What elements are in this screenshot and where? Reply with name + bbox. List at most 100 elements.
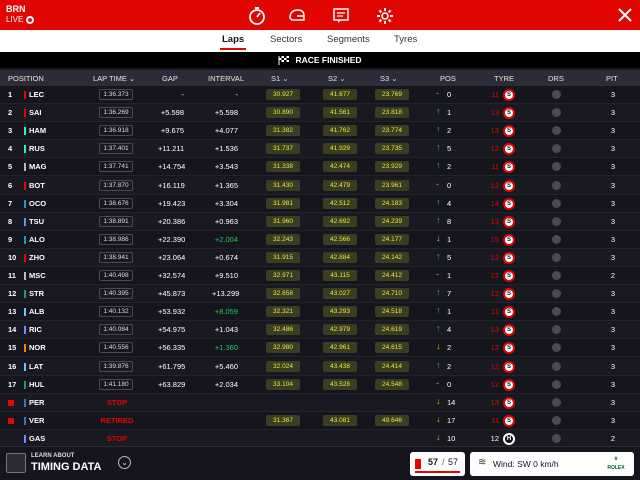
table-row[interactable]: 15 NOR 1:40.556 +56.335 +1.360 32.980 42.961 24…	[0, 339, 640, 358]
driver-code[interactable]: ZHO	[29, 253, 45, 262]
gap: +9.675	[160, 126, 184, 136]
team-color-bar	[24, 326, 26, 335]
driver-code[interactable]: HUL	[29, 380, 44, 389]
driver-code[interactable]: LAT	[29, 362, 43, 371]
positions-changed: 2	[447, 126, 452, 136]
interval: +2.034	[214, 379, 238, 389]
sector-1-time: 31.367	[266, 414, 300, 426]
driver-code[interactable]: GAS	[29, 434, 45, 443]
table-row[interactable]: 17 HUL 1:41.180 +63.829 +2.034 33.104 43.528 24…	[0, 375, 640, 394]
table-row[interactable]: 2 SAI 1:36.269 +5.598 +5.598 30.890 41.561 23.8…	[0, 104, 640, 123]
col-gap[interactable]: GAP	[162, 74, 178, 83]
table-row[interactable]: VER RETIRED 31.367 43.081 49.646 ↓ 17 11 S 3	[0, 411, 640, 430]
driver-code[interactable]: VER	[29, 416, 44, 425]
settings-gear-icon[interactable]	[374, 5, 396, 27]
table-row[interactable]: 1 LEC 1:36.373- -30.927 41.677 23.769-0 11 S 3	[0, 86, 640, 104]
lap-time: 1:38.676	[99, 197, 133, 209]
driver-code[interactable]: HAM	[29, 126, 46, 135]
position-change-up-arrow-icon: ↑	[436, 250, 441, 261]
driver-code[interactable]: SAI	[29, 108, 42, 117]
table-row[interactable]: PER STOP ↓ 14 13 S 3	[0, 393, 640, 412]
driver-code[interactable]: TSU	[29, 217, 44, 226]
tab-sectors[interactable]: Sectors	[270, 34, 302, 45]
pit-stops: 3	[610, 180, 616, 190]
race-control-messages-icon[interactable]	[330, 5, 352, 27]
col-interval[interactable]: INTERVAL	[208, 74, 244, 83]
table-row[interactable]: 6 BOT 1:37.870 +16.119 +1.365 31.430 42.479 23.…	[0, 176, 640, 195]
sector-3-time: 24.414	[375, 360, 409, 372]
table-row[interactable]: 16 LAT 1:39.876 +61.795 +5.460 32.024 43.438 24…	[0, 357, 640, 376]
expand-chevron-icon[interactable]: ⌄	[118, 456, 131, 469]
drs-indicator	[552, 379, 561, 389]
sector-1-time: 32.980	[266, 342, 300, 354]
wind-text: Wind: SW 0 km/h	[493, 459, 559, 469]
status-icon	[8, 399, 20, 408]
sector-3-time: 24.142	[375, 251, 409, 263]
sector-3-time: 23.735	[375, 143, 409, 155]
table-row[interactable]: 4 RUS 1:37.401 +11.211 +1.536 31.737 41.929 23.…	[0, 140, 640, 159]
learn-about-label: LEARN ABOUT	[31, 453, 75, 459]
drs-indicator	[552, 198, 561, 208]
driver-code[interactable]: MSC	[29, 271, 46, 280]
table-row[interactable]: 8 TSU 1:38.891 +20.386 +0.963 31.960 42.692 24.…	[0, 212, 640, 231]
col-s1[interactable]: S1 ⌄	[271, 74, 289, 83]
pit-stops: 3	[610, 144, 616, 154]
col-drs[interactable]: DRS	[548, 74, 564, 83]
driver-code[interactable]: RUS	[29, 144, 45, 153]
col-s3[interactable]: S3 ⌄	[380, 74, 398, 83]
flag-icon	[415, 459, 421, 469]
sector-1-time: 32.486	[266, 324, 300, 336]
table-row[interactable]: 7 OCO 1:38.676 +19.423 +3.304 31.981 42.512 24.…	[0, 194, 640, 213]
col-lap-time[interactable]: LAP TIME ⌄	[93, 74, 135, 83]
sector-2-time: 42.512	[323, 197, 357, 209]
driver-code[interactable]: BOT	[29, 181, 45, 190]
table-row[interactable]: 3 HAM 1:36.918 +9.675 +4.077 31.382 41.762 23.7…	[0, 122, 640, 141]
table-row[interactable]: 14 RIC 1:40.084 +54.975 +1.043 32.486 42.979 24…	[0, 321, 640, 340]
gap: +32.574	[158, 271, 186, 280]
table-row[interactable]: 10 ZHO 1:38.941 +23.064 +0.674 31.915 42.884 24…	[0, 248, 640, 267]
table-row[interactable]: 13 ALB 1:40.132 +53.932 +8.059 32.321 43.293 24…	[0, 303, 640, 322]
tyre-laps: 11	[491, 415, 499, 425]
col-pos[interactable]: POS	[440, 74, 456, 83]
col-position[interactable]: POSITION	[8, 74, 44, 83]
pit-stops: 3	[610, 216, 616, 226]
col-pit[interactable]: PIT	[606, 74, 618, 83]
sector-2-time: 43.027	[323, 288, 357, 300]
lap-time: 1:38.891	[99, 215, 133, 227]
driver-code[interactable]: PER	[29, 398, 44, 407]
driver-code[interactable]: ALB	[29, 307, 44, 316]
driver-code[interactable]: OCO	[29, 199, 46, 208]
pit-stops: 3	[610, 162, 616, 172]
table-row[interactable]: 12 STR 1:40.395 +45.873 +13.299 32.658 43.027 2…	[0, 285, 640, 304]
team-color-bar	[24, 253, 26, 262]
lap-time: 1:36.918	[99, 125, 133, 137]
tab-segments[interactable]: Segments	[327, 34, 370, 45]
driver-code[interactable]: STR	[29, 289, 44, 298]
close-icon[interactable]	[616, 6, 634, 24]
tab-laps[interactable]: Laps	[219, 34, 247, 50]
driver-code[interactable]: RIC	[29, 325, 42, 334]
chevron-down-icon: ⌄	[282, 74, 289, 83]
tab-tyres[interactable]: Tyres	[394, 34, 417, 45]
helmet-icon[interactable]	[286, 5, 308, 27]
table-row[interactable]: 11 MSC 1:40.498 +32.574 +9.510 32.971 43.115 24…	[0, 267, 640, 285]
timing-stopwatch-icon[interactable]	[246, 5, 268, 27]
drs-indicator	[552, 162, 561, 172]
col-s2[interactable]: S2 ⌄	[328, 74, 346, 83]
interval: -	[235, 90, 239, 99]
checkered-flag-icon	[278, 56, 290, 65]
driver-code[interactable]: MAG	[29, 162, 47, 171]
col-tyre[interactable]: TYRE	[494, 74, 514, 83]
table-row[interactable]: 5 MAG 1:37.741 +14.754 +3.543 31.338 42.474 23.…	[0, 158, 640, 177]
gap: +56.335	[158, 343, 186, 353]
sector-1-time: 33.104	[266, 378, 300, 390]
driver-code[interactable]: LEC	[29, 90, 44, 99]
tyre-laps: 11	[491, 307, 499, 317]
driver-code[interactable]: NOR	[29, 343, 46, 352]
positions-changed: 5	[447, 144, 452, 154]
position-number: 4	[8, 144, 13, 154]
table-row[interactable]: 9 ALO 1:38.986 +22.390 +2.004 32.243 42.566 24.…	[0, 230, 640, 249]
team-color-bar	[24, 290, 26, 299]
driver-code[interactable]: ALO	[29, 235, 45, 244]
gap: +5.598	[160, 108, 184, 118]
